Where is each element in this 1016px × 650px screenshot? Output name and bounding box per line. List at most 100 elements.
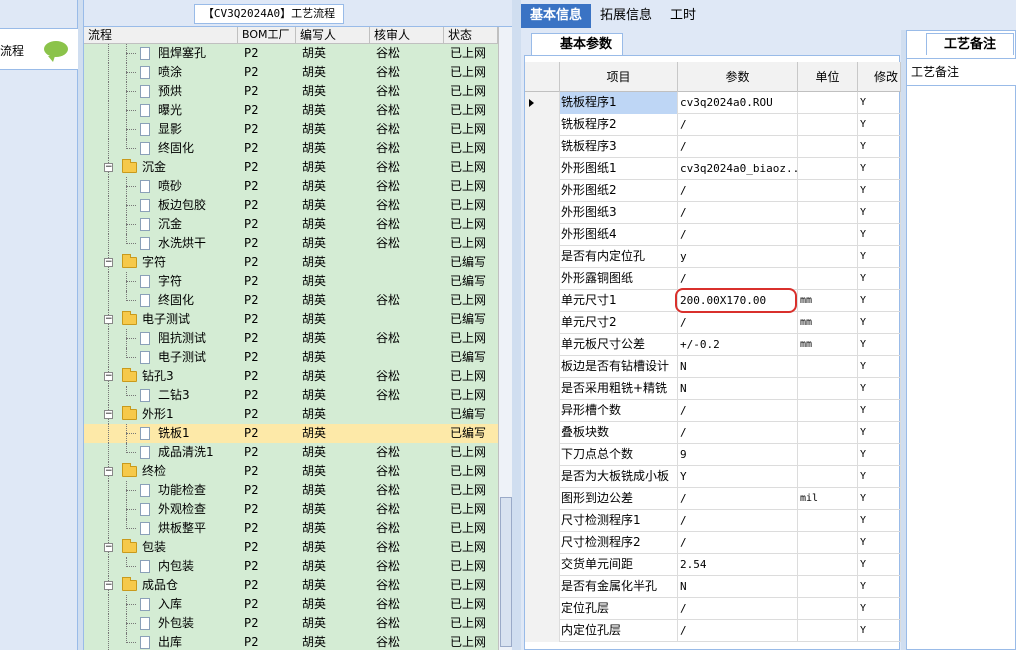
row-selector[interactable] bbox=[525, 466, 560, 488]
tree-row[interactable]: 外观检查 P2 胡英 谷松 已上网 bbox=[84, 500, 498, 519]
tree-row[interactable]: 阻焊塞孔 P2 胡英 谷松 已上网 bbox=[84, 44, 498, 63]
tree-node-cell[interactable]: 烘板整平 bbox=[84, 519, 238, 538]
tab-basic-params[interactable]: 基本参数 bbox=[531, 33, 623, 55]
row-selector[interactable] bbox=[525, 312, 560, 334]
param-value-cell[interactable]: / bbox=[678, 422, 798, 444]
tab-work-hours[interactable]: 工时 bbox=[661, 4, 705, 28]
tree-row[interactable]: 终固化 P2 胡英 谷松 已上网 bbox=[84, 139, 498, 158]
tree-node-cell[interactable]: 外观检查 bbox=[84, 500, 238, 519]
row-selector[interactable] bbox=[525, 158, 560, 180]
tree-node-cell[interactable]: 铣板1 bbox=[84, 424, 238, 443]
collapse-toggle-icon[interactable]: − bbox=[104, 258, 113, 267]
param-value-cell[interactable]: / bbox=[678, 620, 798, 642]
params-row[interactable]: 外形图纸2/ Y bbox=[525, 180, 901, 202]
tree-row[interactable]: 喷涂 P2 胡英 谷松 已上网 bbox=[84, 63, 498, 82]
center-splitter[interactable] bbox=[512, 0, 521, 650]
params-row[interactable]: 单元板尺寸公差 +/-0.2 mm Y bbox=[525, 334, 901, 356]
tree-node-cell[interactable]: 入库 bbox=[84, 595, 238, 614]
params-row[interactable]: 图形到边公差 / mil Y bbox=[525, 488, 901, 510]
params-row[interactable]: 异形槽个数 / Y bbox=[525, 400, 901, 422]
param-value-cell[interactable]: / bbox=[678, 598, 798, 620]
col-header-writer[interactable]: 编写人 bbox=[296, 27, 370, 44]
param-value-cell[interactable]: / bbox=[678, 180, 798, 202]
params-row[interactable]: 铣板程序3/ Y bbox=[525, 136, 901, 158]
params-row[interactable]: 尺寸检测程序2/ Y bbox=[525, 532, 901, 554]
tree-node-cell[interactable]: 出库 bbox=[84, 633, 238, 650]
tree-node-cell[interactable]: 沉金 bbox=[84, 215, 238, 234]
tree-node-cell[interactable]: 电子测试 bbox=[84, 348, 238, 367]
col-header-modify[interactable]: 修改 bbox=[858, 62, 901, 92]
row-selector[interactable] bbox=[525, 576, 560, 598]
tree-node-cell[interactable]: 内包装 bbox=[84, 557, 238, 576]
tree-node-cell[interactable]: 板边包胶 bbox=[84, 196, 238, 215]
row-selector[interactable] bbox=[525, 620, 560, 642]
param-value-cell[interactable]: N bbox=[678, 356, 798, 378]
tree-row[interactable]: − 终检 P2 胡英 谷松 已上网 bbox=[84, 462, 498, 481]
row-selector[interactable] bbox=[525, 422, 560, 444]
row-selector[interactable] bbox=[525, 554, 560, 576]
row-selector[interactable] bbox=[525, 92, 560, 114]
tree-row[interactable]: 水洗烘干 P2 胡英 谷松 已上网 bbox=[84, 234, 498, 253]
params-row[interactable]: 板边是否有钻槽设计 N Y bbox=[525, 356, 901, 378]
tree-node-cell[interactable]: 字符 bbox=[84, 272, 238, 291]
row-selector[interactable] bbox=[525, 532, 560, 554]
chat-bubble-icon[interactable] bbox=[44, 41, 68, 62]
param-value-cell[interactable]: / bbox=[678, 400, 798, 422]
param-value-cell[interactable]: / bbox=[678, 488, 798, 510]
row-selector[interactable] bbox=[525, 180, 560, 202]
param-value-cell[interactable]: Y bbox=[678, 466, 798, 488]
tree-row[interactable]: 出库 P2 胡英 谷松 已上网 bbox=[84, 633, 498, 650]
row-selector[interactable] bbox=[525, 268, 560, 290]
tree-node-cell[interactable]: 喷砂 bbox=[84, 177, 238, 196]
tree-row[interactable]: 曝光 P2 胡英 谷松 已上网 bbox=[84, 101, 498, 120]
params-row[interactable]: 外形图纸4/ Y bbox=[525, 224, 901, 246]
collapse-toggle-icon[interactable]: − bbox=[104, 410, 113, 419]
params-row[interactable]: 定位孔层 / Y bbox=[525, 598, 901, 620]
row-selector[interactable] bbox=[525, 246, 560, 268]
params-row[interactable]: 外形图纸3/ Y bbox=[525, 202, 901, 224]
tree-node-cell[interactable]: 二钻3 bbox=[84, 386, 238, 405]
tree-node-cell[interactable]: 外包装 bbox=[84, 614, 238, 633]
tree-node-cell[interactable]: 功能检查 bbox=[84, 481, 238, 500]
tree-node-cell[interactable]: 显影 bbox=[84, 120, 238, 139]
param-value-cell[interactable]: cv3q2024a0_biaoz... bbox=[678, 158, 798, 180]
collapse-toggle-icon[interactable]: − bbox=[104, 372, 113, 381]
params-row[interactable]: 交货单元间距 2.54 Y bbox=[525, 554, 901, 576]
param-value-cell[interactable]: cv3q2024a0.ROU bbox=[678, 92, 798, 114]
param-value-cell[interactable]: / bbox=[678, 532, 798, 554]
params-row[interactable]: 是否为大板铣成小板 Y Y bbox=[525, 466, 901, 488]
param-value-cell[interactable]: +/-0.2 bbox=[678, 334, 798, 356]
tree-node-cell[interactable]: 阻抗测试 bbox=[84, 329, 238, 348]
tree-row[interactable]: 成品清洗1 P2 胡英 谷松 已上网 bbox=[84, 443, 498, 462]
tree-node-cell[interactable]: 预烘 bbox=[84, 82, 238, 101]
param-value-cell[interactable]: / bbox=[678, 202, 798, 224]
param-value-cell[interactable]: N bbox=[678, 576, 798, 598]
params-row[interactable]: 是否采用粗铣+精铣 N Y bbox=[525, 378, 901, 400]
row-selector[interactable] bbox=[525, 378, 560, 400]
params-row[interactable]: 单元尺寸2/mm Y bbox=[525, 312, 901, 334]
tree-vertical-scrollbar[interactable] bbox=[498, 27, 513, 650]
tree-node-cell[interactable]: − 外形1 bbox=[84, 405, 238, 424]
tree-row[interactable]: 外包装 P2 胡英 谷松 已上网 bbox=[84, 614, 498, 633]
tree-row[interactable]: − 成品仓 P2 胡英 谷松 已上网 bbox=[84, 576, 498, 595]
collapse-toggle-icon[interactable]: − bbox=[104, 163, 113, 172]
col-header-unit[interactable]: 单位 bbox=[798, 62, 858, 92]
tree-row[interactable]: 显影 P2 胡英 谷松 已上网 bbox=[84, 120, 498, 139]
param-value-cell[interactable]: 2.54 bbox=[678, 554, 798, 576]
row-selector[interactable] bbox=[525, 510, 560, 532]
tree-node-cell[interactable]: − 钻孔3 bbox=[84, 367, 238, 386]
params-row[interactable]: 铣板程序1 cv3q2024a0.ROU Y bbox=[525, 92, 901, 114]
row-selector[interactable] bbox=[525, 136, 560, 158]
col-header-bom[interactable]: BOM工厂 bbox=[238, 27, 296, 44]
tree-row[interactable]: 喷砂 P2 胡英 谷松 已上网 bbox=[84, 177, 498, 196]
param-value-cell[interactable]: / bbox=[678, 224, 798, 246]
tree-node-cell[interactable]: 水洗烘干 bbox=[84, 234, 238, 253]
params-row[interactable]: 叠板块数 / Y bbox=[525, 422, 901, 444]
col-header-item[interactable]: 项目 bbox=[560, 62, 678, 92]
tree-node-cell[interactable]: − 包装 bbox=[84, 538, 238, 557]
row-selector[interactable] bbox=[525, 488, 560, 510]
row-selector-header[interactable] bbox=[525, 62, 560, 92]
collapse-toggle-icon[interactable]: − bbox=[104, 581, 113, 590]
col-header-param[interactable]: 参数 bbox=[678, 62, 798, 92]
tree-node-cell[interactable]: 喷涂 bbox=[84, 63, 238, 82]
